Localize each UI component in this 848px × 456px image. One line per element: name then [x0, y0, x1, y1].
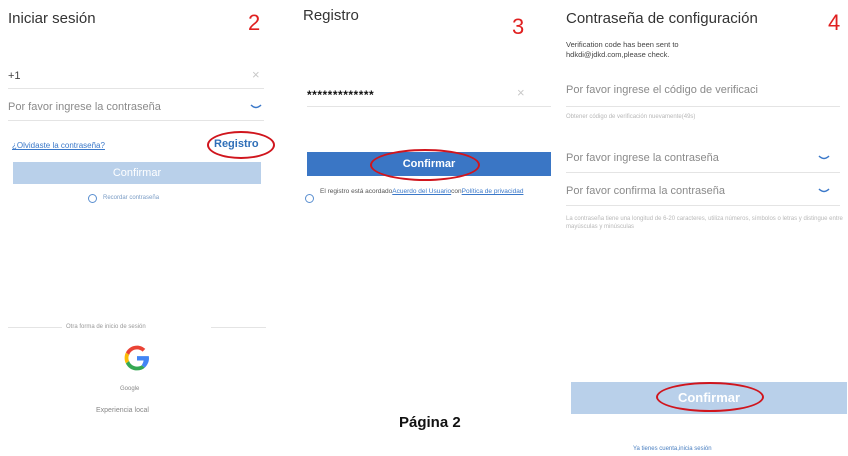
login-password-input[interactable]: Por favor ingrese la contraseña: [8, 101, 161, 113]
page-label: Página 2: [399, 414, 461, 431]
remember-checkbox-icon[interactable]: [88, 194, 97, 203]
register-title: Registro: [303, 7, 359, 24]
clear-icon[interactable]: ×: [252, 67, 260, 82]
step-number-4: 4: [828, 10, 841, 35]
phone-underline: [8, 88, 264, 89]
divider-right: [211, 327, 266, 328]
phone-prefix[interactable]: +1: [8, 70, 21, 82]
clear-icon[interactable]: ×: [517, 85, 525, 100]
agreement-prefix: El registro está acordado: [320, 188, 393, 195]
verification-line-2: hdkdi@jdkd.com,please check.: [566, 50, 670, 59]
forgot-password-link[interactable]: ¿Olvidaste la contraseña?: [12, 141, 105, 150]
step-number-2: 2: [248, 10, 261, 35]
login-confirm-button[interactable]: Confirmar: [13, 162, 261, 184]
register-password-input[interactable]: *************: [307, 88, 374, 102]
google-label: Google: [120, 386, 140, 392]
remember-label[interactable]: Recordar contraseña: [103, 195, 159, 201]
agreement-text: El registro está acordadoAcuerdo del Usu…: [320, 188, 554, 196]
verification-notice: Verification code has been sent to hdkdi…: [566, 40, 679, 60]
other-login-label: Otra forma de inicio de sesión: [66, 324, 146, 330]
password-rules-text: La contraseña tiene una longitud de 6-20…: [566, 216, 843, 230]
agreement-middle: con: [451, 188, 462, 195]
user-agreement-link[interactable]: Acuerdo del Usuario: [392, 188, 451, 195]
step-number-3: 3: [512, 14, 525, 39]
confirm-password-input[interactable]: Por favor confirma la contraseña: [566, 185, 725, 197]
setup-password-underline: [566, 172, 840, 173]
register-password-underline: [307, 106, 551, 107]
local-experience-link[interactable]: Experiencia local: [96, 407, 149, 414]
privacy-policy-link[interactable]: Política de privacidad: [462, 188, 524, 195]
resend-code-link[interactable]: Obtener código de verificación nuevament…: [566, 113, 695, 121]
setup-password-input[interactable]: Por favor ingrese la contraseña: [566, 152, 719, 164]
confirm-password-underline: [566, 205, 840, 206]
login-title: Iniciar sesión: [8, 10, 96, 27]
eye-toggle-icon[interactable]: [250, 104, 262, 110]
eye-toggle-icon[interactable]: [818, 155, 830, 161]
eye-toggle-icon[interactable]: [818, 188, 830, 194]
verification-code-input[interactable]: Por favor ingrese el código de verificac…: [566, 84, 836, 96]
highlight-ring: [207, 131, 275, 159]
verification-line-1: Verification code has been sent to: [566, 40, 679, 49]
agreement-checkbox-icon[interactable]: [305, 194, 314, 203]
google-icon[interactable]: [122, 343, 152, 373]
setup-title: Contraseña de configuración: [566, 10, 758, 27]
password-underline: [8, 120, 264, 121]
code-underline: [566, 106, 840, 107]
highlight-ring: [370, 149, 480, 181]
highlight-ring: [656, 382, 764, 412]
login-existing-account-link[interactable]: Ya tienes cuenta,inicia sesión: [633, 446, 712, 452]
divider-left: [8, 327, 62, 328]
